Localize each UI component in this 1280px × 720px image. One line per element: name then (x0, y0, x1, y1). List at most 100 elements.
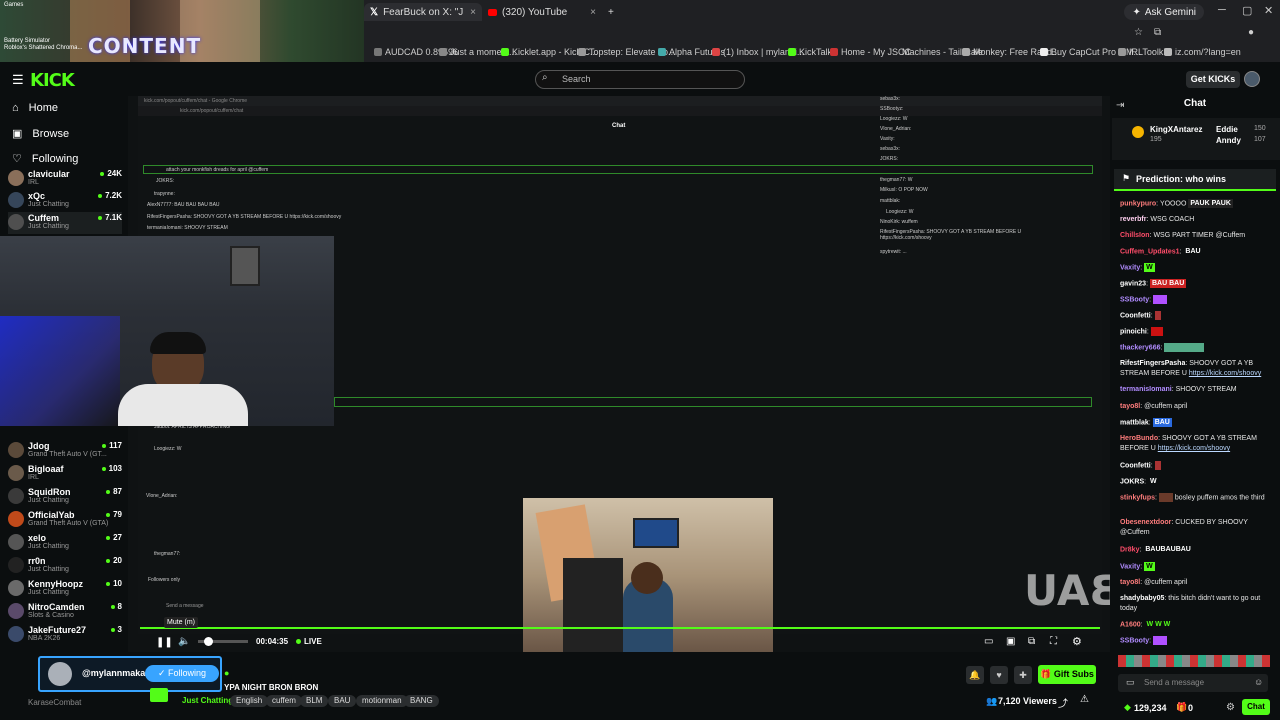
volume-icon[interactable]: 🔈 (178, 636, 190, 647)
chat-link[interactable]: https://kick.com/shoovy (1158, 445, 1230, 452)
bookmark[interactable]: iz.com/?lang=en (1164, 47, 1241, 57)
profile-icon[interactable]: ● (1248, 27, 1254, 38)
ask-gemini-button[interactable]: ✦ Ask Gemini (1124, 4, 1204, 20)
close-icon[interactable]: × (470, 7, 476, 18)
channel-item[interactable]: rr0n Just Chatting 20 (8, 555, 122, 577)
channel-item[interactable]: Cuffem Just Chatting 7.1K (8, 212, 122, 234)
channel-name[interactable]: KaraseCombat (28, 698, 81, 707)
search-input[interactable]: Search (535, 70, 745, 89)
chat-username[interactable]: termanisIomani (1120, 386, 1172, 393)
progress-bar[interactable] (140, 627, 1100, 629)
fullscreen-icon[interactable]: ⛶ (1050, 636, 1057, 647)
channel-item[interactable]: Bigloaaf IRL 103 (8, 463, 122, 485)
chat-username[interactable]: tayo8l (1120, 579, 1140, 586)
pip-icon[interactable]: ▣ (1006, 636, 1015, 647)
new-tab-button[interactable]: + (602, 3, 620, 21)
chat-username[interactable]: ChillsIon (1120, 232, 1150, 239)
get-kicks-button[interactable]: Get KICKs (1186, 71, 1240, 88)
channel-item[interactable]: KennyHoopz Just Chatting 10 (8, 578, 122, 600)
chat-username[interactable]: SSBooty (1120, 296, 1149, 303)
tag[interactable]: BANG (404, 695, 439, 707)
star-icon[interactable]: ☆ (1134, 27, 1143, 38)
minimize-icon[interactable]: ─ (1218, 4, 1226, 16)
channel-item[interactable]: clavicular IRL 24K (8, 168, 122, 190)
tag[interactable]: BAU (328, 695, 357, 707)
chat-link[interactable]: https://kick.com/shoovy (1189, 370, 1261, 377)
address-row: ☆ ⧉ ● (364, 24, 1280, 44)
tab-x[interactable]: 𝕏 FearBuck on X: "Jay Cinco hel... × (364, 3, 482, 21)
bookmark[interactable]: KickTalk (788, 47, 832, 57)
theater-icon[interactable]: ▭ (984, 636, 993, 647)
tag[interactable]: motionman (356, 695, 408, 707)
viewer-count: 24K (100, 169, 122, 178)
bell-icon[interactable]: 🔔 (966, 666, 984, 684)
chat-username[interactable]: mattblak (1120, 419, 1149, 426)
add-icon[interactable]: ✚ (1014, 666, 1032, 684)
chat-username[interactable]: Cuffem_Updates1 (1120, 248, 1180, 255)
maximize-icon[interactable]: ▢ (1242, 4, 1252, 17)
nav-home[interactable]: ⌂ Home (12, 102, 58, 114)
chat-username[interactable]: punkypuro (1120, 200, 1156, 207)
chat-username[interactable]: stinkyfups (1120, 494, 1155, 501)
overlay-chat-line: RifestFingersPasha: SHOOVY GOT A YB STRE… (880, 229, 1022, 241)
nav-following[interactable]: ♡ Following (12, 152, 78, 166)
emoji-icon[interactable]: ☺ (1254, 677, 1263, 687)
chat-input[interactable]: Send a message (1118, 674, 1268, 692)
chat-username[interactable]: gavin23 (1120, 280, 1146, 287)
report-icon[interactable]: ⚠ (1080, 694, 1089, 705)
bookmark[interactable]: Home - My JSCC (830, 47, 911, 57)
settings-icon[interactable]: ⚙ (1226, 702, 1235, 713)
channel-item[interactable]: SquidRon Just Chatting 87 (8, 486, 122, 508)
tag[interactable]: BLM (300, 695, 329, 707)
pause-icon[interactable]: ❚❚ (156, 637, 173, 648)
category-link[interactable]: Just Chatting (182, 696, 233, 705)
chat-username[interactable]: reverbfr (1120, 216, 1146, 223)
clip-icon[interactable]: ⧉ (1028, 636, 1035, 647)
channel-item[interactable]: xelo Just Chatting 27 (8, 532, 122, 554)
menu-icon[interactable]: ☰ (12, 72, 24, 88)
prediction-banner[interactable]: Prediction: who wins (1114, 169, 1276, 191)
tag[interactable]: cuffem (266, 695, 302, 707)
send-chat-button[interactable]: Chat (1242, 699, 1270, 715)
chat-username[interactable]: Coonfetti (1120, 312, 1151, 319)
chat-message: Obesenextdoor: CUCKED BY SHOOVY @Cuffem (1120, 519, 1248, 536)
chat-username[interactable]: Coonfetti (1120, 462, 1151, 469)
bookmark[interactable]: IRLToolkit (1118, 47, 1168, 57)
chat-username[interactable]: tayo8l (1120, 403, 1140, 410)
chat-username[interactable]: Obesenextdoor (1120, 519, 1171, 526)
category-thumbnail[interactable] (150, 688, 168, 702)
close-window-icon[interactable]: ✕ (1264, 4, 1273, 17)
avatar[interactable] (1244, 71, 1260, 87)
following-button[interactable]: ✓ Following (145, 665, 219, 682)
gift-icon[interactable]: 🎁 (1176, 702, 1187, 713)
channel-item[interactable]: Jdog Grand Theft Auto V (GT... 117 (8, 440, 122, 462)
close-icon[interactable]: × (590, 7, 596, 18)
chat-username[interactable]: thackery666 (1120, 344, 1160, 351)
chat-username[interactable]: Dr8ky (1120, 546, 1139, 553)
channel-item[interactable]: JakeFuture27 NBA 2K26 3 (8, 624, 122, 646)
extension-icon[interactable]: ⧉ (1154, 27, 1161, 38)
channel-item[interactable]: xQc Just Chatting 7.2K (8, 190, 122, 212)
chat-username[interactable]: JOKRS (1120, 478, 1144, 485)
nav-browse[interactable]: ▣ Browse (12, 127, 69, 141)
chat-username[interactable]: Vaxity (1120, 264, 1140, 271)
chat-username[interactable]: RifestFingersPasha (1120, 360, 1185, 367)
chat-username[interactable]: shadybaby05 (1120, 595, 1164, 602)
share-icon[interactable]: ⤴ (1058, 695, 1068, 710)
channel-category: Just Chatting (28, 543, 69, 550)
chat-username[interactable]: A1600 (1120, 621, 1141, 628)
gift-subs-button[interactable]: 🎁 Gift Subs (1038, 665, 1096, 684)
kick-points[interactable]: 129,234 (1134, 703, 1167, 713)
kick-logo[interactable]: KICK (30, 70, 75, 91)
chat-username[interactable]: HeroBundo (1120, 435, 1158, 442)
chat-username[interactable]: pinoichi (1120, 328, 1147, 335)
heart-icon[interactable]: ♥ (990, 666, 1008, 684)
settings-icon[interactable]: ⚙ (1072, 635, 1082, 648)
chat-username[interactable]: Vaxity (1120, 563, 1140, 570)
tab-youtube[interactable]: (320) YouTube × (482, 3, 602, 21)
volume-handle[interactable] (204, 637, 213, 646)
channel-item[interactable]: OfficialYab Grand Theft Auto V (GTA) 79 (8, 509, 122, 531)
channel-item[interactable]: NitroCamden Slots & Casino 8 (8, 601, 122, 623)
chat-username[interactable]: SSBooty (1120, 637, 1149, 644)
tag[interactable]: English (230, 695, 269, 707)
